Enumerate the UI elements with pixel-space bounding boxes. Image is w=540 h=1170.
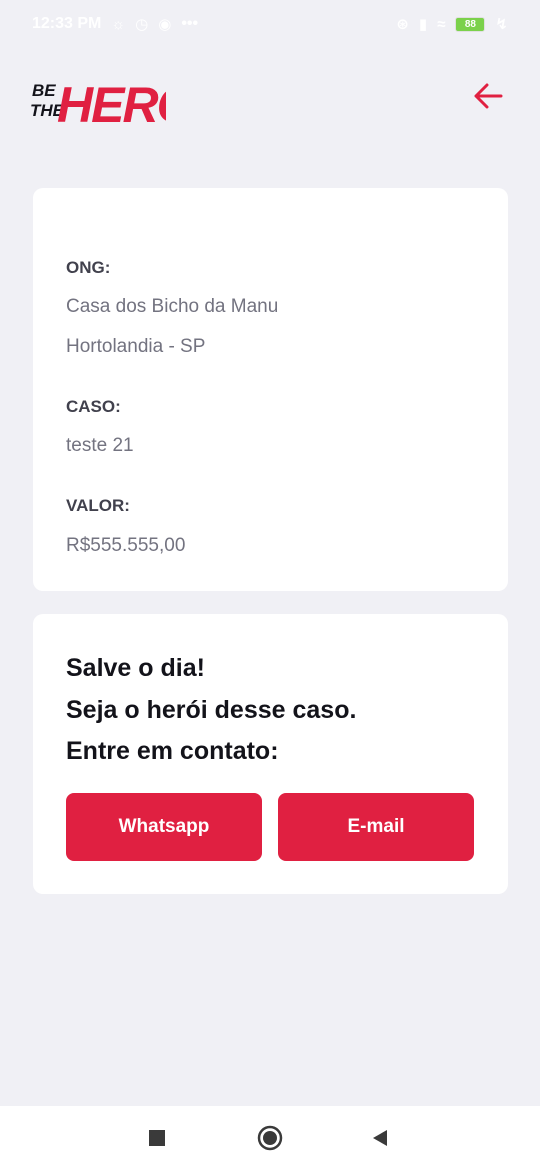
home-button[interactable] <box>256 1124 284 1152</box>
home-circle-icon <box>257 1125 283 1151</box>
incident-card: ONG: Casa dos Bicho da Manu Hortolandia … <box>33 188 508 591</box>
contact-card: Salve o dia! Seja o herói desse caso. En… <box>33 614 508 894</box>
contact-title-line3: Entre em contato: <box>66 737 279 765</box>
value-label: VALOR: <box>66 496 130 515</box>
status-bar: 12:33 PM ☼ ◷ ◉ ••• ⊛ ▮ ≈ 88 ↯ <box>0 0 540 48</box>
whatsapp-button[interactable]: Whatsapp <box>66 793 262 861</box>
more-notifications: ••• <box>181 15 199 32</box>
recents-square-icon <box>149 1130 165 1146</box>
case-value: teste 21 <box>66 435 134 456</box>
charging-icon: ↯ <box>495 15 508 33</box>
wifi-icon: ≈ <box>437 15 446 33</box>
be-the-hero-logo: BE THE HERO <box>30 66 198 133</box>
nav-back-button[interactable] <box>366 1124 394 1152</box>
case-label: CASO: <box>66 397 121 416</box>
signal-icon: ▮ <box>418 15 428 33</box>
back-triangle-icon <box>373 1130 387 1146</box>
battery-level: 88 <box>464 18 476 30</box>
value-amount: R$555.555,00 <box>66 535 186 556</box>
recents-button[interactable] <box>143 1124 171 1152</box>
email-button-label: E-mail <box>347 816 405 837</box>
contact-title-line1: Salve o dia! <box>66 654 205 682</box>
arrow-left-icon <box>474 83 503 109</box>
status-left: 12:33 PM ☼ ◷ ◉ ••• <box>32 15 198 33</box>
battery-icon: 88 <box>455 16 486 32</box>
facebook-icon: ◉ <box>158 15 172 33</box>
alarm-icon: ◷ <box>135 15 149 33</box>
system-nav-bar <box>0 1106 540 1170</box>
contact-title-line2: Seja o herói desse caso. <box>66 696 357 724</box>
snapchat-icon: ☼ <box>111 15 126 33</box>
ong-label: ONG: <box>66 258 111 277</box>
bluetooth-icon: ⊛ <box>396 15 409 33</box>
email-button[interactable]: E-mail <box>278 793 474 861</box>
status-time: 12:33 PM <box>32 15 102 32</box>
back-button[interactable] <box>468 76 508 116</box>
ong-name: Casa dos Bicho da Manu <box>66 296 279 317</box>
status-right: ⊛ ▮ ≈ 88 ↯ <box>396 15 508 33</box>
logo-text-hero: HERO <box>57 77 166 130</box>
ong-location: Hortolandia - SP <box>66 336 206 357</box>
logo-graphic: BE THE HERO <box>30 77 198 133</box>
logo-text-be: BE <box>32 81 56 100</box>
app-header: BE THE HERO <box>0 60 540 140</box>
whatsapp-button-label: Whatsapp <box>118 816 210 837</box>
